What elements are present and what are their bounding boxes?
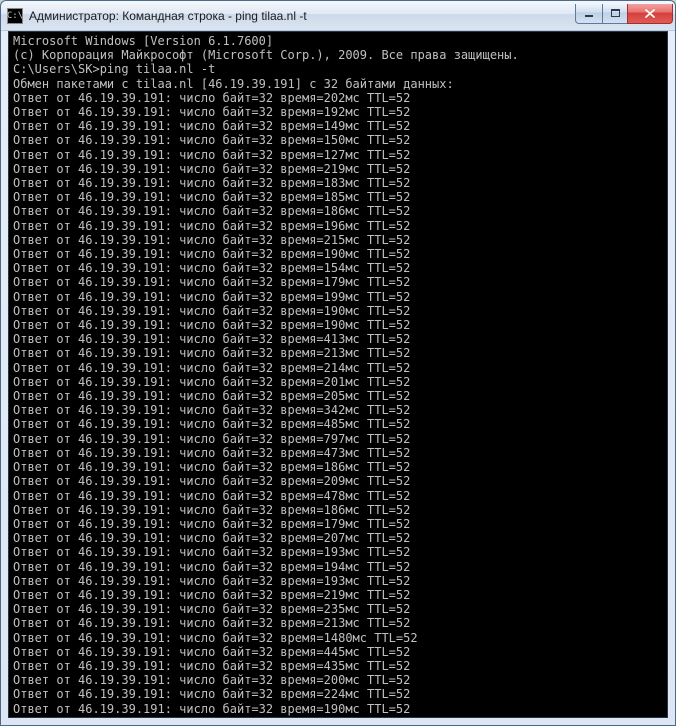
console-line: Ответ от 46.19.39.191: число байт=32 вре… — [13, 545, 663, 559]
console-line: Ответ от 46.19.39.191: число байт=32 вре… — [13, 148, 663, 162]
console-line: Ответ от 46.19.39.191: число байт=32 вре… — [13, 318, 663, 332]
console-line: C:\Users\SK>ping tilaa.nl -t — [13, 62, 663, 76]
console-line: Ответ от 46.19.39.191: число байт=32 вре… — [13, 233, 663, 247]
close-button[interactable] — [627, 4, 673, 24]
console-line: Ответ от 46.19.39.191: число байт=32 вре… — [13, 190, 663, 204]
console-line: Ответ от 46.19.39.191: число байт=32 вре… — [13, 616, 663, 630]
console-line: Ответ от 46.19.39.191: число байт=32 вре… — [13, 105, 663, 119]
console-line: Microsoft Windows [Version 6.1.7600] — [13, 34, 663, 48]
console-line: Ответ от 46.19.39.191: число байт=32 вре… — [13, 261, 663, 275]
cmd-icon: C:\ — [7, 8, 23, 24]
console-line: Ответ от 46.19.39.191: число байт=32 вре… — [13, 417, 663, 431]
console-line: Ответ от 46.19.39.191: число байт=32 вре… — [13, 517, 663, 531]
console-line: Ответ от 46.19.39.191: число байт=32 вре… — [13, 645, 663, 659]
console-line: Ответ от 46.19.39.191: число байт=32 вре… — [13, 432, 663, 446]
window-buttons — [576, 4, 673, 24]
console-line: Ответ от 46.19.39.191: число байт=32 вре… — [13, 588, 663, 602]
console-line: Ответ от 46.19.39.191: число байт=32 вре… — [13, 162, 663, 176]
console-line: Ответ от 46.19.39.191: число байт=32 вре… — [13, 460, 663, 474]
console-line: Ответ от 46.19.39.191: число байт=32 вре… — [13, 389, 663, 403]
console-line: Ответ от 46.19.39.191: число байт=32 вре… — [13, 702, 663, 716]
maximize-button[interactable] — [602, 4, 628, 24]
console-line: Ответ от 46.19.39.191: число байт=32 вре… — [13, 673, 663, 687]
console-line: Ответ от 46.19.39.191: число байт=32 вре… — [13, 204, 663, 218]
console-line: Ответ от 46.19.39.191: число байт=32 вре… — [13, 489, 663, 503]
console-line: Ответ от 46.19.39.191: число байт=32 вре… — [13, 531, 663, 545]
minimize-icon — [584, 8, 595, 19]
minimize-button[interactable] — [575, 4, 603, 24]
console-line: Ответ от 46.19.39.191: число байт=32 вре… — [13, 602, 663, 616]
console-client-area[interactable]: Microsoft Windows [Version 6.1.7600](c) … — [8, 31, 668, 718]
console-line: Ответ от 46.19.39.191: число байт=32 вре… — [13, 503, 663, 517]
console-line: Ответ от 46.19.39.191: число байт=32 вре… — [13, 474, 663, 488]
console-line: Ответ от 46.19.39.191: число байт=32 вре… — [13, 119, 663, 133]
console-line: Ответ от 46.19.39.191: число байт=32 вре… — [13, 332, 663, 346]
console-output: Microsoft Windows [Version 6.1.7600](c) … — [13, 34, 663, 716]
console-line: Ответ от 46.19.39.191: число байт=32 вре… — [13, 133, 663, 147]
console-line: Обмен пакетами с tilaa.nl [46.19.39.191]… — [13, 77, 663, 91]
titlebar[interactable]: C:\ Администратор: Командная строка - pi… — [1, 1, 675, 31]
console-line: Ответ от 46.19.39.191: число байт=32 вре… — [13, 346, 663, 360]
window-frame: C:\ Администратор: Командная строка - pi… — [0, 0, 676, 726]
console-line: Ответ от 46.19.39.191: число байт=32 вре… — [13, 375, 663, 389]
console-line: Ответ от 46.19.39.191: число байт=32 вре… — [13, 574, 663, 588]
console-line: Ответ от 46.19.39.191: число байт=32 вре… — [13, 659, 663, 673]
console-line: Ответ от 46.19.39.191: число байт=32 вре… — [13, 275, 663, 289]
console-line: Ответ от 46.19.39.191: число байт=32 вре… — [13, 403, 663, 417]
console-line: Ответ от 46.19.39.191: число байт=32 вре… — [13, 631, 663, 645]
console-line: Ответ от 46.19.39.191: число байт=32 вре… — [13, 361, 663, 375]
console-line: Ответ от 46.19.39.191: число байт=32 вре… — [13, 687, 663, 701]
console-line: (c) Корпорация Майкрософт (Microsoft Cor… — [13, 48, 663, 62]
console-line: Ответ от 46.19.39.191: число байт=32 вре… — [13, 290, 663, 304]
console-line: Ответ от 46.19.39.191: число байт=32 вре… — [13, 446, 663, 460]
console-line: Ответ от 46.19.39.191: число байт=32 вре… — [13, 91, 663, 105]
console-line: Ответ от 46.19.39.191: число байт=32 вре… — [13, 219, 663, 233]
window-title: Администратор: Командная строка - ping t… — [29, 9, 576, 23]
console-line: Ответ от 46.19.39.191: число байт=32 вре… — [13, 176, 663, 190]
console-line: Ответ от 46.19.39.191: число байт=32 вре… — [13, 560, 663, 574]
maximize-icon — [610, 8, 621, 19]
close-icon — [644, 8, 656, 19]
console-line: Ответ от 46.19.39.191: число байт=32 вре… — [13, 304, 663, 318]
console-line: Ответ от 46.19.39.191: число байт=32 вре… — [13, 247, 663, 261]
